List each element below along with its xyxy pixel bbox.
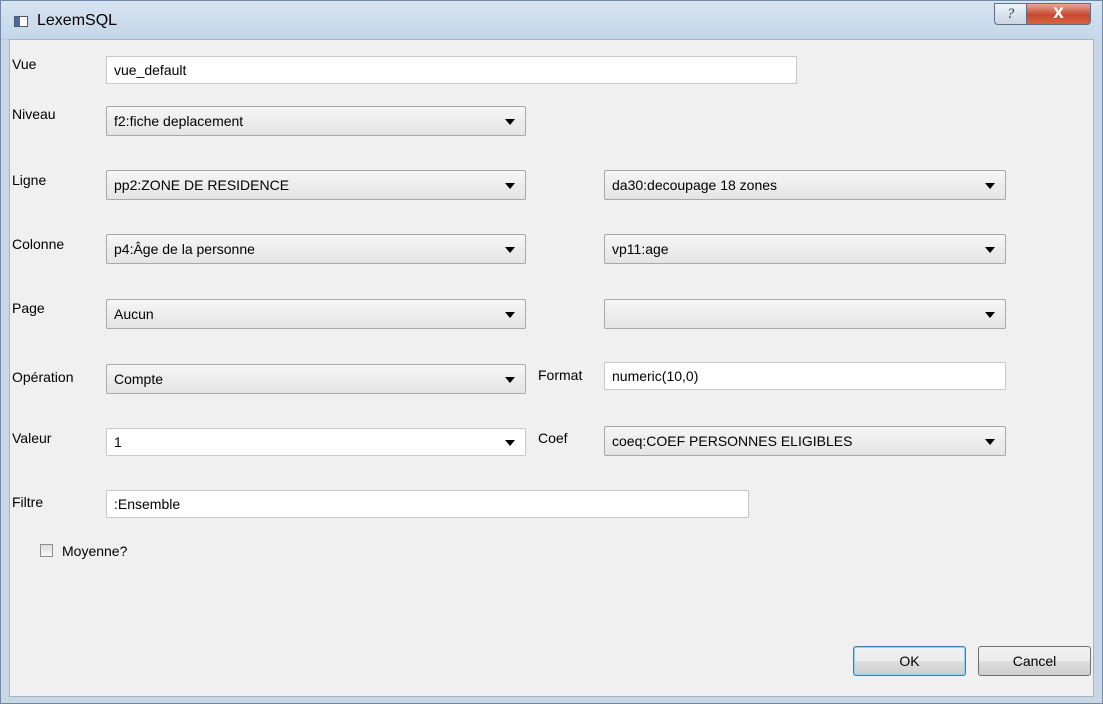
operation-select[interactable]: Compte <box>106 364 526 394</box>
chevron-down-icon <box>985 183 995 189</box>
chevron-down-icon <box>505 119 515 125</box>
chevron-down-icon <box>505 377 515 383</box>
niveau-select-value: f2:fiche deplacement <box>114 113 244 129</box>
cancel-button[interactable]: Cancel <box>978 646 1091 676</box>
ligne-select[interactable]: pp2:ZONE DE RESIDENCE <box>106 170 526 200</box>
moyenne-label: Moyenne? <box>62 543 128 559</box>
close-button[interactable]: X <box>1026 3 1091 25</box>
vue-label: Vue <box>12 56 37 72</box>
page-select-value: Aucun <box>114 306 154 322</box>
window-title: LexemSQL <box>37 12 118 29</box>
colonne-select[interactable]: p4:Âge de la personne <box>106 234 526 264</box>
vue-input[interactable]: vue_default <box>106 56 797 84</box>
chevron-down-icon <box>985 247 995 253</box>
chevron-down-icon <box>505 247 515 253</box>
page-label: Page <box>12 300 45 316</box>
filtre-input[interactable]: :Ensemble <box>106 490 749 518</box>
filtre-label: Filtre <box>12 494 44 510</box>
coef-select-value: coeq:COEF PERSONNES ELIGIBLES <box>612 433 853 449</box>
ligne-label: Ligne <box>12 172 47 188</box>
format-label: Format <box>538 367 583 383</box>
ligne-select-value: pp2:ZONE DE RESIDENCE <box>114 177 290 193</box>
moyenne-checkbox[interactable] <box>40 544 53 557</box>
dialog-window: LexemSQL ? X Vue vue_default Niveau f2:f… <box>0 0 1103 704</box>
format-input[interactable]: numeric(10,0) <box>604 362 1006 390</box>
niveau-label: Niveau <box>12 106 56 122</box>
niveau-select[interactable]: f2:fiche deplacement <box>106 106 526 136</box>
ligne-variable-select[interactable]: da30:decoupage 18 zones <box>604 170 1006 200</box>
colonne-variable-select-value: vp11:age <box>612 241 669 257</box>
operation-select-value: Compte <box>114 371 164 387</box>
valeur-label: Valeur <box>12 430 52 446</box>
chevron-down-icon <box>985 312 995 318</box>
page-select[interactable]: Aucun <box>106 299 526 329</box>
valeur-combo[interactable]: 1 <box>106 428 526 456</box>
valeur-combo-value: 1 <box>114 434 122 450</box>
help-button[interactable]: ? <box>994 3 1027 25</box>
title-bar[interactable]: LexemSQL ? X <box>1 1 1102 39</box>
colonne-variable-select[interactable]: vp11:age <box>604 234 1006 264</box>
colonne-select-value: p4:Âge de la personne <box>114 241 255 257</box>
chevron-down-icon <box>505 312 515 318</box>
page-variable-select[interactable] <box>604 299 1006 329</box>
chevron-down-icon <box>985 439 995 445</box>
coef-select[interactable]: coeq:COEF PERSONNES ELIGIBLES <box>604 426 1006 456</box>
colonne-label: Colonne <box>12 236 65 252</box>
dialog-body: Vue vue_default Niveau f2:fiche deplacem… <box>9 39 1094 697</box>
operation-label: Opération <box>12 369 74 385</box>
ligne-variable-select-value: da30:decoupage 18 zones <box>612 177 778 193</box>
ok-button[interactable]: OK <box>853 646 966 676</box>
chevron-down-icon <box>505 440 515 446</box>
coef-label: Coef <box>538 430 568 446</box>
app-window-icon <box>14 16 28 27</box>
chevron-down-icon <box>505 183 515 189</box>
